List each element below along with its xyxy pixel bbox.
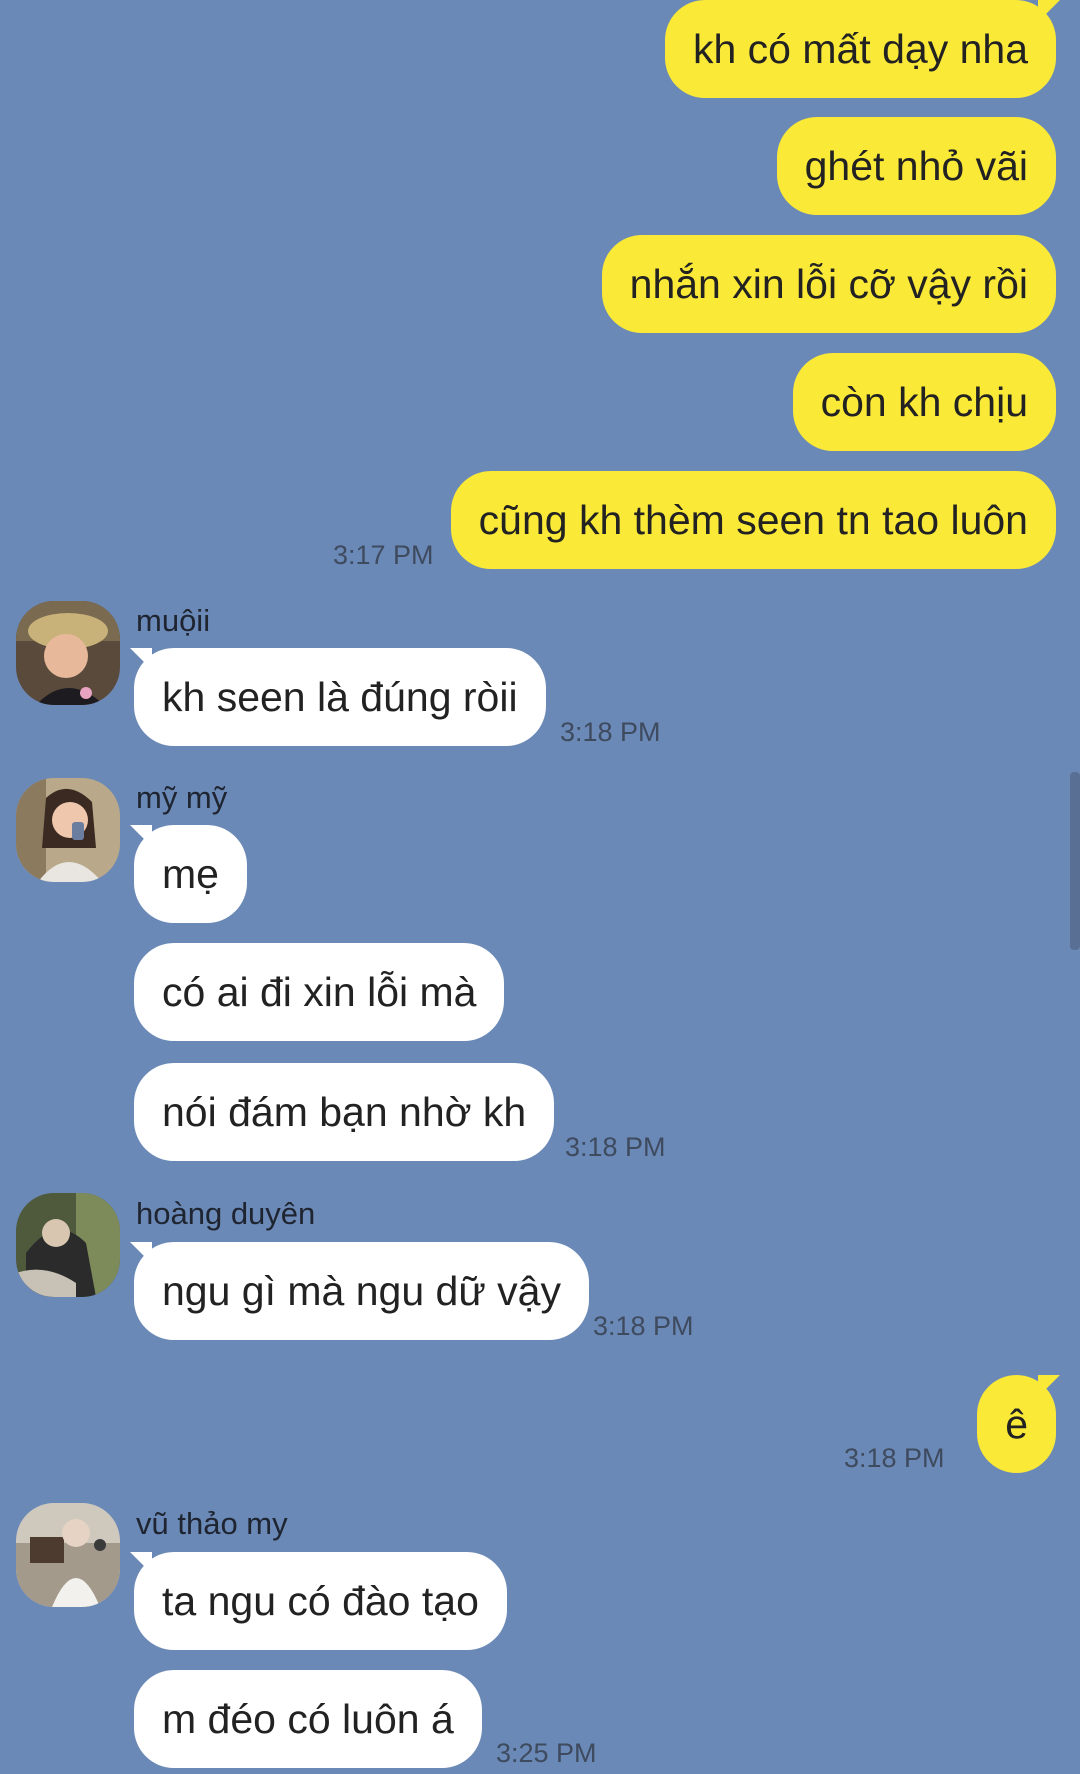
incoming-message-bubble[interactable]: mẹ xyxy=(134,825,247,923)
outgoing-message-bubble[interactable]: ghét nhỏ vãi xyxy=(776,117,1056,215)
sender-avatar[interactable] xyxy=(16,778,120,882)
message-text: ê xyxy=(1005,1400,1028,1447)
message-timestamp: 3:17 PM xyxy=(333,540,434,570)
incoming-message-bubble[interactable]: ngu gì mà ngu dữ vậy xyxy=(134,1242,589,1340)
sender-avatar[interactable] xyxy=(16,601,120,705)
incoming-message-bubble[interactable]: có ai đi xin lỗi mà xyxy=(134,943,505,1041)
sender-name: vũ thảo my xyxy=(136,1506,288,1541)
profile-photo-icon xyxy=(16,1193,120,1297)
bubble-tail xyxy=(1038,0,1060,22)
outgoing-message-bubble[interactable]: kh có mất dạy nha xyxy=(664,0,1056,98)
sender-name: hoàng duyên xyxy=(136,1196,316,1231)
outgoing-message-bubble[interactable]: cũng kh thèm seen tn tao luôn xyxy=(450,471,1056,569)
message-timestamp: 3:18 PM xyxy=(565,1132,666,1162)
message-text: còn kh chịu xyxy=(820,378,1028,425)
sender-avatar[interactable] xyxy=(16,1193,120,1297)
outgoing-message-bubble[interactable]: nhắn xin lỗi cỡ vậy rồi xyxy=(601,235,1056,333)
profile-photo-icon xyxy=(16,778,120,882)
incoming-message-bubble[interactable]: ta ngu có đào tạo xyxy=(134,1552,507,1650)
message-text: có ai đi xin lỗi mà xyxy=(162,968,477,1015)
outgoing-message-bubble[interactable]: ê xyxy=(977,1375,1056,1473)
chat-message-list[interactable]: kh có mất dạy nha ghét nhỏ vãi nhắn xin … xyxy=(0,0,1080,1774)
sender-name: mỹ mỹ xyxy=(136,780,228,815)
sender-avatar[interactable] xyxy=(16,1503,120,1607)
scrollbar[interactable] xyxy=(1070,772,1080,950)
incoming-message-bubble[interactable]: m đéo có luôn á xyxy=(134,1670,482,1768)
message-text: kh có mất dạy nha xyxy=(692,25,1028,72)
message-timestamp: 3:25 PM xyxy=(496,1738,597,1768)
message-text: ta ngu có đào tạo xyxy=(162,1577,479,1624)
incoming-message-bubble[interactable]: nói đám bạn nhờ kh xyxy=(134,1063,555,1161)
message-text: ngu gì mà ngu dữ vậy xyxy=(162,1267,561,1314)
message-text: nói đám bạn nhờ kh xyxy=(162,1088,527,1135)
message-timestamp: 3:18 PM xyxy=(593,1311,694,1341)
message-text: nhắn xin lỗi cỡ vậy rồi xyxy=(629,260,1028,307)
outgoing-message-bubble[interactable]: còn kh chịu xyxy=(792,353,1056,451)
message-text: ghét nhỏ vãi xyxy=(804,142,1028,189)
message-text: m đéo có luôn á xyxy=(162,1695,454,1742)
sender-name: muộii xyxy=(136,603,211,638)
profile-photo-icon xyxy=(16,601,120,705)
profile-photo-icon xyxy=(16,1503,120,1607)
incoming-message-bubble[interactable]: kh seen là đúng ròii xyxy=(134,648,546,746)
message-timestamp: 3:18 PM xyxy=(844,1443,945,1473)
message-text: kh seen là đúng ròii xyxy=(162,673,518,720)
message-timestamp: 3:18 PM xyxy=(560,717,661,747)
message-text: mẹ xyxy=(162,850,219,897)
message-text: cũng kh thèm seen tn tao luôn xyxy=(478,496,1028,543)
